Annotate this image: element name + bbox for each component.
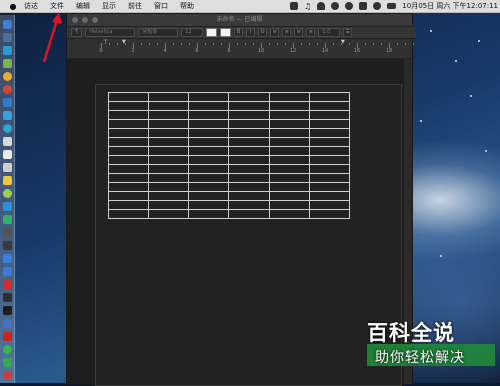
watermark-logo: 百科全说 助你轻松解决 [367,317,495,379]
watermark-title: 百科全说 [367,321,455,345]
watermark-subtitle: 助你轻松解决 [375,350,465,366]
